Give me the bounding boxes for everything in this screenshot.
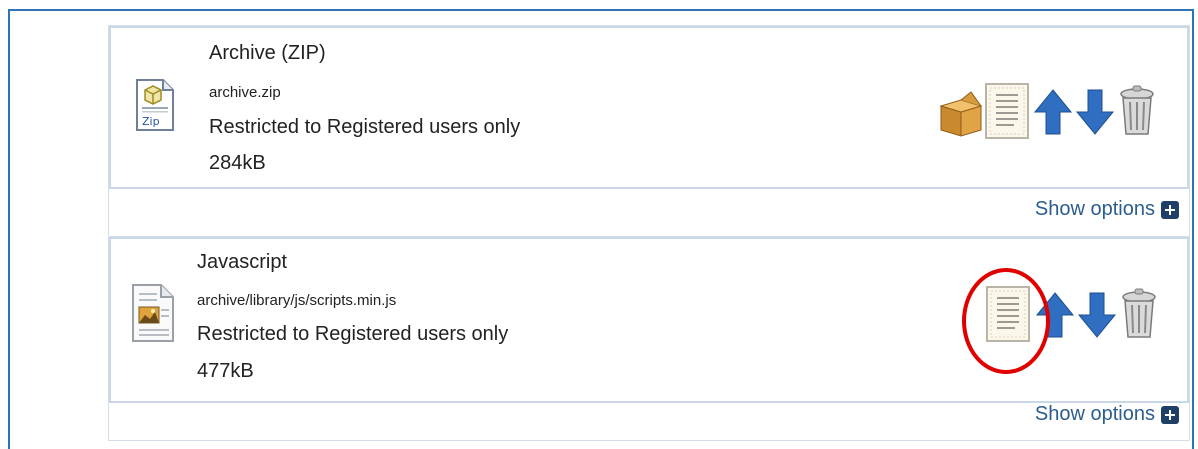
zip-file-icon: Zip	[136, 79, 174, 131]
move-down-icon[interactable]	[1077, 291, 1117, 339]
move-down-icon[interactable]	[1075, 88, 1115, 136]
delete-icon[interactable]	[1117, 84, 1157, 138]
file-size: 284kB	[209, 152, 266, 174]
file-card-javascript: Javascript archive/library/js/scripts.mi…	[108, 236, 1190, 441]
access-restriction: Restricted to Registered users only	[197, 323, 509, 345]
show-options-label: Show options	[1034, 198, 1155, 220]
move-up-icon[interactable]	[1035, 291, 1075, 339]
file-name: archive.zip	[209, 84, 281, 101]
open-archive-icon[interactable]	[937, 90, 985, 138]
file-details-panel: Zip Archive (ZIP) archive.zip Restricted…	[109, 26, 1189, 189]
plus-icon	[1161, 405, 1179, 424]
file-title: Archive (ZIP)	[209, 42, 326, 64]
access-restriction: Restricted to Registered users only	[209, 116, 521, 138]
details-icon[interactable]	[984, 82, 1030, 140]
file-actions	[985, 285, 1185, 349]
delete-icon[interactable]	[1119, 287, 1159, 341]
file-size: 477kB	[197, 360, 254, 382]
show-options-link[interactable]: Show options	[1035, 403, 1179, 426]
file-actions	[937, 82, 1177, 142]
plus-icon	[1161, 200, 1179, 219]
file-name: archive/library/js/scripts.min.js	[197, 292, 397, 309]
document-file-icon	[132, 284, 174, 342]
move-up-icon[interactable]	[1033, 88, 1073, 136]
show-options-label: Show options	[1034, 403, 1155, 425]
file-title: Javascript	[197, 251, 288, 273]
file-card-archive: Zip Archive (ZIP) archive.zip Restricted…	[108, 25, 1190, 239]
show-options-link[interactable]: Show options	[1035, 198, 1179, 221]
details-icon[interactable]	[985, 285, 1031, 343]
svg-text:Zip: Zip	[142, 115, 160, 128]
file-details-panel: Javascript archive/library/js/scripts.mi…	[109, 237, 1189, 403]
